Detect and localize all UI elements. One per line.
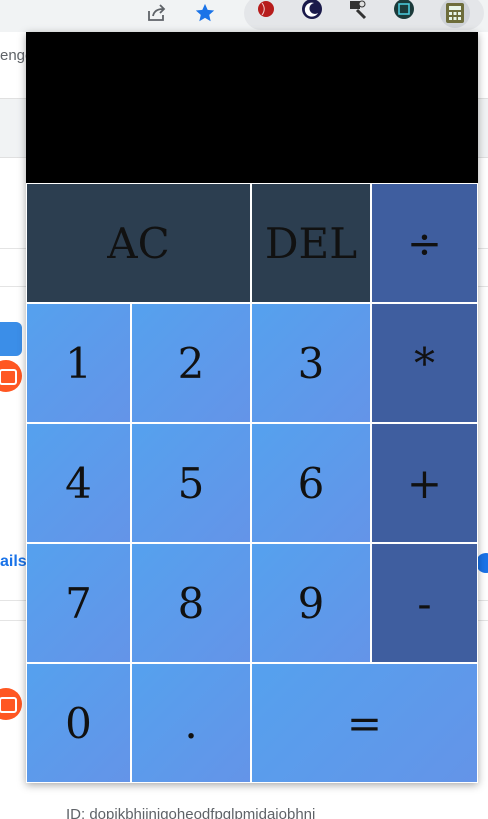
extensions-group xyxy=(244,0,484,30)
digit-6-button[interactable]: 6 xyxy=(251,423,371,543)
digit-9-button[interactable]: 9 xyxy=(251,543,371,663)
share-icon[interactable] xyxy=(142,0,172,26)
calculator-extension-icon[interactable] xyxy=(440,0,470,28)
background-details-link[interactable]: ails xyxy=(0,553,27,571)
delete-button[interactable]: DEL xyxy=(251,183,371,303)
digit-8-button[interactable]: 8 xyxy=(131,543,251,663)
multiply-button[interactable]: * xyxy=(371,303,478,423)
calculator-keypad: AC DEL ÷ 1 2 3 * 4 5 6 + 7 8 9 - 0 . = xyxy=(26,183,478,783)
camera-icon xyxy=(0,360,22,392)
divide-button[interactable]: ÷ xyxy=(371,183,478,303)
digit-4-button[interactable]: 4 xyxy=(26,423,131,543)
digit-5-button[interactable]: 5 xyxy=(131,423,251,543)
digit-1-button[interactable]: 1 xyxy=(26,303,131,423)
digit-3-button[interactable]: 3 xyxy=(251,303,371,423)
digit-7-button[interactable]: 7 xyxy=(26,543,131,663)
decimal-button[interactable]: . xyxy=(131,663,251,783)
equals-button[interactable]: = xyxy=(251,663,478,783)
digit-0-button[interactable]: 0 xyxy=(26,663,131,783)
clear-button[interactable]: AC xyxy=(26,183,251,303)
calculator-popup: AC DEL ÷ 1 2 3 * 4 5 6 + 7 8 9 - 0 . = xyxy=(26,32,478,783)
background-extension-tile xyxy=(0,322,22,356)
digit-2-button[interactable]: 2 xyxy=(131,303,251,423)
binary-extension-icon[interactable] xyxy=(390,0,418,22)
subtract-button[interactable]: - xyxy=(371,543,478,663)
extension-id-text: ID: dopikbhijnigoheodfpglpmidajobhnj xyxy=(66,806,316,819)
paint-extension-icon[interactable] xyxy=(344,0,372,22)
star-icon[interactable] xyxy=(190,0,220,26)
browser-toolbar xyxy=(0,0,488,32)
add-button[interactable]: + xyxy=(371,423,478,543)
moon-extension-icon[interactable] xyxy=(298,0,326,22)
cricket-ball-extension-icon[interactable] xyxy=(252,0,280,22)
calculator-display xyxy=(26,32,478,183)
camera-icon xyxy=(0,688,22,720)
